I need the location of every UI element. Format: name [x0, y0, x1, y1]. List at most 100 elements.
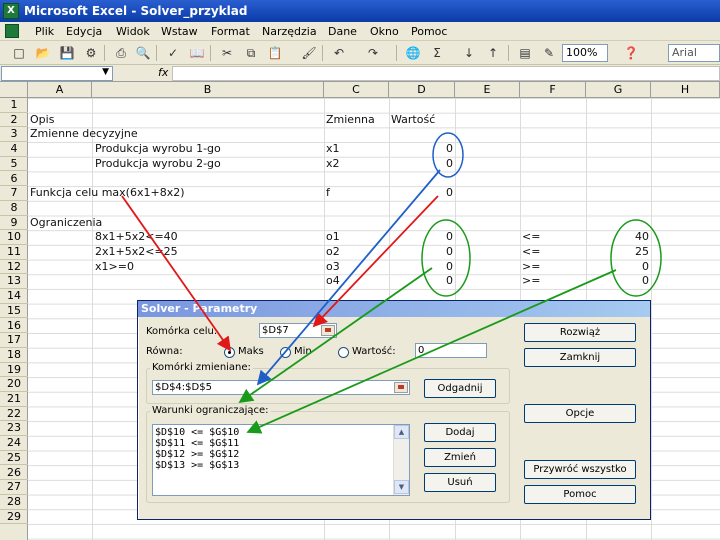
cut-icon[interactable]: ✂ — [218, 44, 236, 62]
row-header[interactable]: 23 — [0, 421, 28, 437]
select-all-corner[interactable] — [0, 82, 28, 98]
cell-g13[interactable]: 0 — [586, 274, 649, 288]
column-header-d[interactable]: D — [389, 82, 455, 98]
cell-b4[interactable]: Produkcja wyrobu 1-go — [95, 142, 221, 156]
hyperlink-icon[interactable]: 🌐 — [404, 44, 422, 62]
cell-b5[interactable]: Produkcja wyrobu 2-go — [95, 157, 221, 171]
row-header[interactable]: 24 — [0, 436, 28, 451]
column-header-f[interactable]: F — [520, 82, 586, 98]
format-painter-icon[interactable]: 🖌 — [300, 44, 318, 62]
chart-wizard-icon[interactable]: ▤ — [516, 44, 534, 62]
cell-f10[interactable]: <= — [522, 230, 540, 244]
row-header[interactable]: 13 — [0, 274, 28, 290]
row-header[interactable]: 3 — [0, 127, 28, 143]
cell-c5[interactable]: x2 — [326, 157, 340, 171]
change-button[interactable]: Zmień — [424, 448, 496, 467]
cell-f12[interactable]: >= — [522, 260, 540, 274]
row-header[interactable]: 6 — [0, 172, 28, 187]
menu-item-okno[interactable]: Okno — [370, 25, 399, 38]
value-of-label[interactable]: Wartość: — [352, 346, 396, 357]
cell-a2[interactable]: Opis — [30, 113, 54, 127]
row-header[interactable]: 28 — [0, 495, 28, 510]
solve-button[interactable]: Rozwiąż — [524, 323, 636, 342]
list-item[interactable]: $D$12 >= $G$12 — [155, 449, 239, 460]
copy-icon[interactable]: ⧉ — [242, 44, 260, 62]
help-icon[interactable]: ❓ — [622, 44, 640, 62]
cell-d13[interactable]: 0 — [389, 274, 453, 288]
row-header[interactable]: 1 — [0, 98, 28, 113]
collapse-dialog-icon[interactable] — [394, 382, 408, 393]
delete-button[interactable]: Usuń — [424, 473, 496, 492]
row-header[interactable]: 20 — [0, 377, 28, 392]
menu-item-narzedzia[interactable]: Narzędzia — [262, 25, 317, 38]
constraints-list[interactable]: $D$10 <= $G$10 $D$11 <= $G$11 $D$12 >= $… — [152, 424, 410, 496]
print-icon[interactable]: ⎙ — [112, 44, 130, 62]
max-radio-label[interactable]: Maks — [238, 346, 264, 357]
column-header-h[interactable]: H — [651, 82, 720, 98]
menu-item-widok[interactable]: Widok — [116, 25, 150, 38]
chevron-down-icon[interactable]: ▼ — [102, 67, 109, 77]
menu-item-format[interactable]: Format — [211, 25, 250, 38]
cell-c4[interactable]: x1 — [326, 142, 340, 156]
cell-d4[interactable]: 0 — [389, 142, 453, 156]
cell-d2[interactable]: Wartość — [391, 113, 435, 127]
row-header[interactable]: 8 — [0, 201, 28, 216]
cell-c13[interactable]: o4 — [326, 274, 340, 288]
research-icon[interactable]: 📖 — [188, 44, 206, 62]
cell-g10[interactable]: 40 — [586, 230, 649, 244]
row-header[interactable]: 22 — [0, 407, 28, 422]
sort-descending-icon[interactable]: ↑ — [484, 44, 502, 62]
cell-b10[interactable]: 8x1+5x2<=40 — [95, 230, 178, 244]
paste-icon[interactable]: 📋 — [266, 44, 284, 62]
value-of-radio[interactable] — [338, 347, 349, 358]
row-header[interactable]: 11 — [0, 245, 28, 260]
formula-input[interactable] — [172, 66, 720, 81]
cell-d11[interactable]: 0 — [389, 245, 453, 259]
cell-d12[interactable]: 0 — [389, 260, 453, 274]
cell-d10[interactable]: 0 — [389, 230, 453, 244]
min-radio[interactable] — [280, 347, 291, 358]
permission-icon[interactable]: ⚙ — [82, 44, 100, 62]
menu-item-plik[interactable]: Plik — [35, 25, 54, 38]
cell-c7[interactable]: f — [326, 186, 330, 200]
sort-ascending-icon[interactable]: ↓ — [460, 44, 478, 62]
row-header[interactable]: 26 — [0, 466, 28, 481]
row-header[interactable]: 27 — [0, 480, 28, 495]
options-button[interactable]: Opcje — [524, 404, 636, 423]
reset-all-button[interactable]: Przywróć wszystko — [524, 460, 636, 479]
save-icon[interactable]: 💾 — [58, 44, 76, 62]
collapse-dialog-icon[interactable] — [321, 325, 335, 336]
redo-icon[interactable]: ↷ — [364, 44, 382, 62]
workbook-icon[interactable] — [5, 24, 19, 38]
min-radio-label[interactable]: Min — [294, 346, 312, 357]
menu-item-dane[interactable]: Dane — [328, 25, 357, 38]
row-header[interactable]: 29 — [0, 510, 28, 525]
zoom-select[interactable]: 100% — [562, 44, 608, 62]
cell-a7[interactable]: Funkcja celu max(6x1+8x2) — [30, 186, 185, 200]
row-header[interactable]: 25 — [0, 451, 28, 466]
cell-d7[interactable]: 0 — [389, 186, 453, 200]
cell-c10[interactable]: o1 — [326, 230, 340, 244]
menu-item-edycja[interactable]: Edycja — [66, 25, 102, 38]
cell-d5[interactable]: 0 — [389, 157, 453, 171]
cell-b11[interactable]: 2x1+5x2<=25 — [95, 245, 178, 259]
drawing-icon[interactable]: ✎ — [540, 44, 558, 62]
name-box[interactable]: ▼ — [1, 66, 113, 81]
row-header[interactable]: 9 — [0, 216, 28, 231]
row-header[interactable]: 2 — [0, 113, 28, 128]
column-header-b[interactable]: B — [92, 82, 324, 98]
changing-cells-input[interactable]: $D$4:$D$5 — [152, 380, 410, 395]
row-header[interactable]: 18 — [0, 348, 28, 363]
column-header-e[interactable]: E — [455, 82, 520, 98]
function-icon[interactable]: fx — [158, 66, 168, 79]
new-icon[interactable]: □ — [10, 44, 28, 62]
row-header[interactable]: 19 — [0, 363, 28, 378]
row-header[interactable]: 7 — [0, 186, 28, 201]
column-header-c[interactable]: C — [324, 82, 389, 98]
add-button[interactable]: Dodaj — [424, 423, 496, 442]
scroll-down-icon[interactable]: ▼ — [394, 480, 409, 494]
column-header-g[interactable]: G — [586, 82, 651, 98]
help-button[interactable]: Pomoc — [524, 485, 636, 504]
list-item[interactable]: $D$10 <= $G$10 — [155, 427, 239, 438]
list-item[interactable]: $D$11 <= $G$11 — [155, 438, 239, 449]
